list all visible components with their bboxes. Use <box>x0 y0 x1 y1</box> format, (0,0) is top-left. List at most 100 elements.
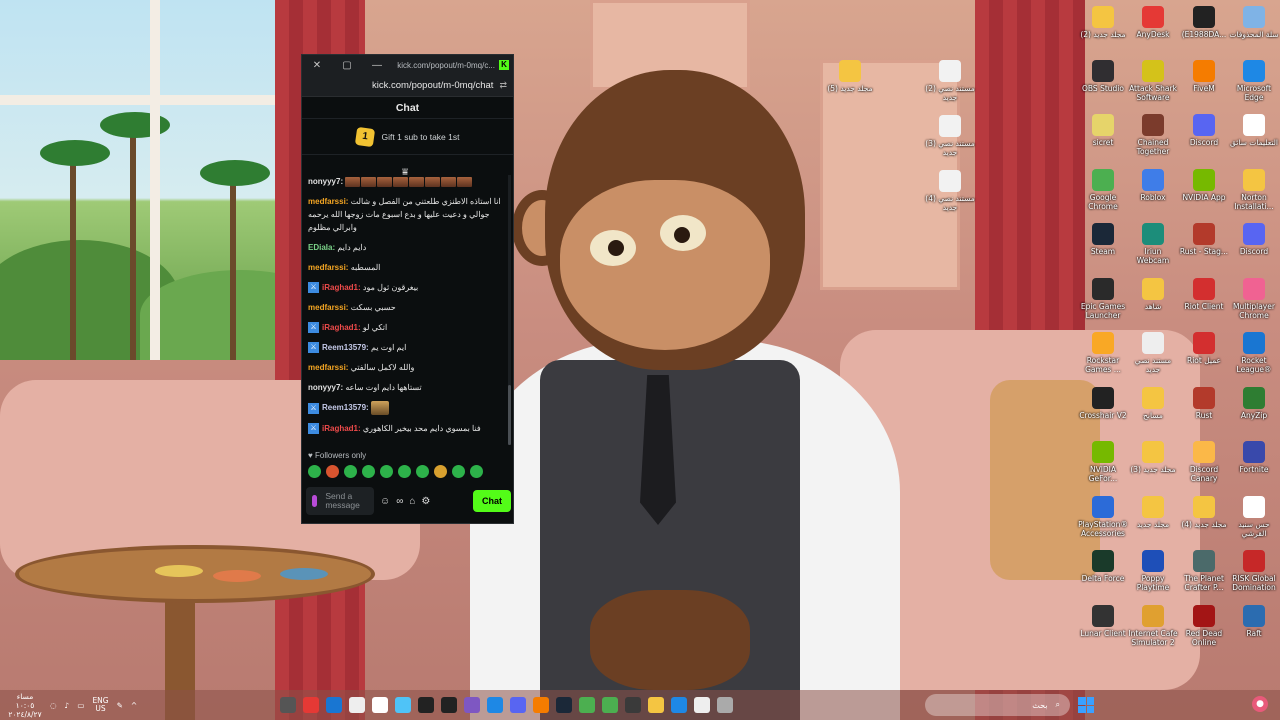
taskbar-app-icon[interactable] <box>349 697 365 713</box>
emote-button[interactable] <box>326 465 339 478</box>
chat-scrollbar[interactable] <box>508 175 511 445</box>
notification-icon[interactable]: ● <box>1252 696 1268 712</box>
chat-username[interactable]: Reem13579: <box>322 403 369 412</box>
desktop-icon[interactable]: Iriun Webcam <box>1128 223 1178 265</box>
taskbar-app-icon[interactable] <box>602 697 618 713</box>
desktop-icon[interactable]: مسابح <box>1128 387 1178 420</box>
taskbar-app-icon[interactable] <box>303 697 319 713</box>
taskbar-app-icon[interactable] <box>372 697 388 713</box>
taskbar-app-icon[interactable] <box>579 697 595 713</box>
taskbar-search-box[interactable]: بحث ⌕ <box>925 694 1070 716</box>
chat-username[interactable]: iRaghad1: <box>322 283 361 292</box>
desktop-icon[interactable]: Lunar Client <box>1078 605 1128 638</box>
pen-icon[interactable]: ✎ <box>117 701 123 710</box>
close-window-icon[interactable]: ✕ <box>302 60 332 71</box>
desktop-icon[interactable]: مجلد جديد <box>1128 496 1178 529</box>
maximize-window-icon[interactable]: ▢ <box>332 60 362 71</box>
desktop-icon[interactable]: سلة المحذوفات <box>1229 6 1279 39</box>
desktop-icon[interactable]: Internet Cafe Simulator 2 <box>1128 605 1178 647</box>
desktop-icon[interactable]: sicret <box>1078 114 1128 147</box>
scrollbar-thumb[interactable] <box>508 385 511 445</box>
desktop-icon[interactable]: Fortnite <box>1229 441 1279 474</box>
taskbar-app-icon[interactable] <box>395 697 411 713</box>
desktop-icon[interactable]: Microsoft Edge <box>1229 60 1279 102</box>
taskbar-app-icon[interactable] <box>625 697 641 713</box>
desktop-icon[interactable]: Discord Canary <box>1179 441 1229 483</box>
chat-username[interactable]: iRaghad1: <box>322 424 361 433</box>
desktop-icon[interactable]: مستند نصي (2) جديد <box>925 60 975 102</box>
desktop-icon[interactable]: (5) مجلد جديد <box>825 60 875 93</box>
desktop-icon[interactable]: Riot Client <box>1179 278 1229 311</box>
minimize-window-icon[interactable]: — <box>362 60 392 71</box>
desktop-icon[interactable]: (3) مجلد جديد <box>1128 441 1178 474</box>
desktop-icon[interactable]: Discord <box>1229 223 1279 256</box>
taskbar-app-icon[interactable] <box>441 697 457 713</box>
send-chat-button[interactable]: Chat <box>473 490 511 512</box>
desktop-icon[interactable]: (4) مجلد جديد <box>1179 496 1229 529</box>
emote-picker-icon[interactable]: ☺ <box>380 496 390 507</box>
desktop-icon[interactable]: AnyZip <box>1229 387 1279 420</box>
chat-username[interactable]: nonyyy7: <box>308 383 343 392</box>
desktop-icon[interactable]: PlayStation® Accessories <box>1078 496 1128 538</box>
emote-button[interactable] <box>380 465 393 478</box>
desktop-icon[interactable]: OBS Studio <box>1078 60 1128 93</box>
taskbar-app-icon[interactable] <box>671 697 687 713</box>
desktop-icon[interactable]: Crosshair V2 <box>1078 387 1128 420</box>
desktop-icon[interactable]: (E1988DA... <box>1179 6 1229 39</box>
taskbar-app-icon[interactable] <box>418 697 434 713</box>
volume-icon[interactable]: ♪ <box>65 701 70 710</box>
windows-start-icon[interactable] <box>1078 697 1094 713</box>
desktop-icon[interactable]: حس سنيد القرشي <box>1229 496 1279 538</box>
taskbar-app-icon[interactable] <box>717 697 733 713</box>
network-icon[interactable]: ◌ <box>50 701 57 710</box>
taskbar-app-icon[interactable] <box>487 697 503 713</box>
desktop-icon[interactable]: Rust - Stag... <box>1179 223 1229 256</box>
desktop-icon[interactable]: مستند نصي جديد <box>1128 332 1178 374</box>
site-settings-icon[interactable]: ⇄ <box>499 80 507 91</box>
taskbar-app-icon[interactable] <box>280 697 296 713</box>
desktop-icon[interactable]: شاهد <box>1128 278 1178 311</box>
emote-button[interactable] <box>416 465 429 478</box>
desktop-icon[interactable]: The Planet Crafter P... <box>1179 550 1229 592</box>
emote-button[interactable] <box>398 465 411 478</box>
desktop-icon[interactable]: Raft <box>1229 605 1279 638</box>
settings-gear-icon[interactable]: ⚙ <box>421 496 430 507</box>
desktop-icon[interactable]: FiveM <box>1179 60 1229 93</box>
desktop-icon[interactable]: Steam <box>1078 223 1128 256</box>
desktop-icon[interactable]: Rocket League® <box>1229 332 1279 374</box>
chat-username[interactable]: medfarssi: <box>308 363 348 372</box>
tray-overflow-chevron-icon[interactable]: ^ <box>131 701 137 710</box>
desktop-icon[interactable]: التعليمات سائق <box>1229 114 1279 147</box>
desktop-icon[interactable]: Google Chrome <box>1078 169 1128 211</box>
language-indicator[interactable]: ENG US <box>92 697 108 713</box>
taskbar-app-icon[interactable] <box>464 697 480 713</box>
desktop-icon[interactable]: Riot عميل <box>1179 332 1229 365</box>
chat-username[interactable]: EDiaIa: <box>308 243 335 252</box>
desktop-icon[interactable]: Norton Installati... <box>1229 169 1279 211</box>
battery-icon[interactable]: ▭ <box>77 701 84 710</box>
desktop-icon[interactable]: Multiplayer Chrome <box>1229 278 1279 320</box>
desktop-icon[interactable]: مستند نصي (4) جديد <box>925 170 975 212</box>
taskbar-app-icon[interactable] <box>648 697 664 713</box>
emote-button[interactable] <box>344 465 357 478</box>
chat-username[interactable]: Reem13579: <box>322 343 369 352</box>
desktop-icon[interactable]: مستند نصي (3) جديد <box>925 115 975 157</box>
desktop-icon[interactable]: Poppy Playtime <box>1128 550 1178 592</box>
emote-button[interactable] <box>470 465 483 478</box>
tray-clock[interactable]: مساء ١٠:٠٥ ٢٠٢٤/٨/٢٧ <box>8 692 42 719</box>
chat-username[interactable]: nonyyy7: <box>308 177 343 186</box>
desktop-icon[interactable]: Discord <box>1179 114 1229 147</box>
desktop-icon[interactable]: (2) مجلد جديد <box>1078 6 1128 39</box>
desktop-icon[interactable]: NVIDIA App <box>1179 169 1229 202</box>
desktop-icon[interactable]: Chained Together <box>1128 114 1178 156</box>
taskbar-app-icon[interactable] <box>510 697 526 713</box>
chat-username[interactable]: medfarssi: <box>308 263 348 272</box>
desktop-icon[interactable]: Red Dead Online <box>1179 605 1229 647</box>
gift-icon[interactable]: ⌂ <box>409 496 415 507</box>
desktop-icon[interactable]: AnyDesk <box>1128 6 1178 39</box>
taskbar-app-icon[interactable] <box>533 697 549 713</box>
taskbar-app-icon[interactable] <box>556 697 572 713</box>
desktop-icon[interactable]: Delta Force <box>1078 550 1128 583</box>
desktop-icon[interactable]: RISK Global Domination <box>1229 550 1279 592</box>
taskbar-app-icon[interactable] <box>694 697 710 713</box>
